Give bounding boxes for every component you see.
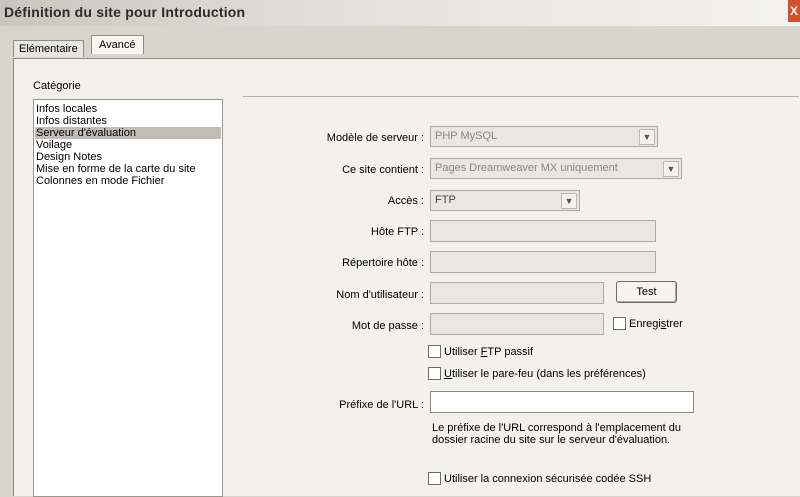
server-model-value: PHP MySQL [435, 130, 498, 142]
window-title: Définition du site pour Introduction [4, 4, 246, 20]
site-contains-select[interactable]: Pages Dreamweaver MX uniquement ▼ [430, 158, 682, 179]
username-label: Nom d'utilisateur : [336, 289, 424, 301]
host-dir-input[interactable] [430, 251, 656, 273]
category-item-carte-site[interactable]: Mise en forme de la carte du site [35, 163, 221, 175]
ssh-label: Utiliser la connexion sécurisée codée SS… [444, 473, 652, 485]
password-label: Mot de passe : [351, 320, 424, 332]
chevron-down-icon[interactable]: ▼ [663, 161, 679, 177]
site-contains-label: Ce site contient : [342, 164, 424, 176]
access-select[interactable]: FTP ▼ [430, 190, 580, 211]
ftp-host-input[interactable] [430, 220, 656, 242]
tab-avance[interactable]: Avancé [91, 35, 144, 54]
firewall-checkbox[interactable] [428, 367, 441, 380]
category-item-infos-locales[interactable]: Infos locales [35, 103, 221, 115]
ssh-checkbox[interactable] [428, 472, 441, 485]
tab-elementaire[interactable]: Elémentaire [13, 40, 84, 57]
firewall-label: Utiliser le pare-feu (dans les préférenc… [444, 368, 646, 380]
category-item-infos-distantes[interactable]: Infos distantes [35, 115, 221, 127]
site-contains-value: Pages Dreamweaver MX uniquement [435, 162, 618, 174]
passive-ftp-label: Utiliser FTP passif [444, 346, 534, 358]
url-prefix-input[interactable] [430, 391, 694, 413]
passive-ftp-checkbox[interactable] [428, 345, 441, 358]
access-label: Accès : [387, 195, 424, 207]
server-model-label: Modèle de serveur : [326, 132, 424, 144]
chevron-down-icon[interactable]: ▼ [639, 129, 655, 145]
title-bar: Définition du site pour Introduction X [0, 0, 800, 26]
save-password-checkbox[interactable] [613, 317, 626, 330]
category-label: Catégorie [33, 80, 81, 92]
url-prefix-note-line-2: dossier racine du site sur le serveur d'… [432, 434, 671, 446]
password-input[interactable] [430, 313, 604, 335]
test-button[interactable]: Test [616, 281, 677, 303]
url-prefix-note: Le préfixe de l'URL correspond à l'empla… [432, 422, 732, 446]
close-icon[interactable]: X [788, 0, 800, 22]
section-divider [243, 96, 799, 97]
url-prefix-note-line-1: Le préfixe de l'URL correspond à l'empla… [432, 422, 681, 434]
category-item-design-notes[interactable]: Design Notes [35, 151, 221, 163]
access-value: FTP [435, 194, 456, 206]
category-item-colonnes[interactable]: Colonnes en mode Fichier [35, 175, 221, 187]
category-item-voilage[interactable]: Voilage [35, 139, 221, 151]
chevron-down-icon[interactable]: ▼ [561, 193, 577, 209]
category-list: Infos locales Infos distantes Serveur d'… [33, 99, 223, 497]
save-password-label: Enregistrer [629, 318, 683, 330]
url-prefix-label: Préfixe de l'URL : [339, 399, 424, 411]
category-item-serveur-evaluation[interactable]: Serveur d'évaluation [35, 127, 221, 139]
host-dir-label: Répertoire hôte : [342, 257, 424, 269]
ftp-host-label: Hôte FTP : [371, 226, 424, 238]
username-input[interactable] [430, 282, 604, 304]
server-model-select[interactable]: PHP MySQL ▼ [430, 126, 658, 147]
